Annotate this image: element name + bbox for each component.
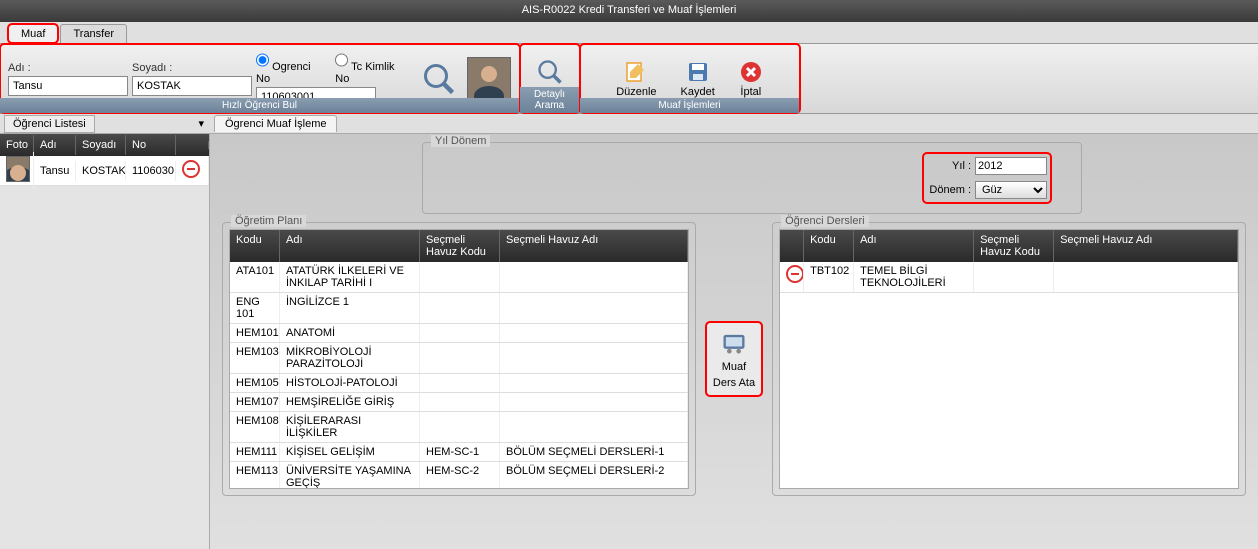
plan-fieldset: Öğretim Planı Kodu Adı Seçmeli Havuz Kod… bbox=[222, 222, 696, 496]
detail-title: Detaylı Arama bbox=[520, 87, 579, 113]
detail-search-group: Ara Detaylı Arama bbox=[520, 44, 580, 113]
save-button[interactable]: Kaydet bbox=[675, 60, 721, 98]
subtab-islem[interactable]: Ögrenci Muaf İşleme bbox=[214, 115, 337, 132]
save-icon bbox=[686, 60, 710, 84]
ops-title: Muaf İşlemleri bbox=[580, 98, 799, 113]
yil-donem-title: Yıl Dönem bbox=[431, 135, 490, 147]
list-header-bar: Öğrenci Listesi ▾ bbox=[0, 114, 210, 134]
table-row[interactable]: TBT102TEMEL BİLGİ TEKNOLOJİLERİ bbox=[780, 262, 1238, 293]
student-photo-thumb bbox=[6, 156, 30, 182]
table-row[interactable]: HEM108KİŞİLERARASI İLİŞKİLER bbox=[230, 412, 688, 443]
th-havuz-adi[interactable]: Seçmeli Havuz Adı bbox=[1054, 230, 1238, 262]
th-kodu[interactable]: Kodu bbox=[230, 230, 280, 262]
soyadi-input[interactable] bbox=[132, 76, 252, 96]
donem-label: Dönem : bbox=[927, 184, 971, 196]
assign-label-2: Ders Ata bbox=[713, 377, 755, 389]
main-panel: Yıl Dönem Yıl : Dönem : Güz Öğretim Plan… bbox=[210, 134, 1258, 549]
tab-transfer[interactable]: Transfer bbox=[60, 24, 127, 43]
courses-table[interactable]: Kodu Adı Seçmeli Havuz Kodu Seçmeli Havu… bbox=[779, 229, 1239, 489]
th-havuz-kodu[interactable]: Seçmeli Havuz Kodu bbox=[420, 230, 500, 262]
plan-table[interactable]: Kodu Adı Seçmeli Havuz Kodu Seçmeli Havu… bbox=[229, 229, 689, 489]
courses-fieldset: Öğrenci Dersleri Kodu Adı Seçmeli Havuz … bbox=[772, 222, 1246, 496]
quick-find-title: Hızlı Öğrenci Bul bbox=[0, 98, 519, 113]
chevron-down-icon[interactable]: ▾ bbox=[198, 117, 210, 130]
table-row[interactable]: HEM101ANATOMİ bbox=[230, 324, 688, 343]
assign-icon bbox=[720, 329, 748, 357]
main-tabbar: Muaf Transfer bbox=[0, 22, 1258, 44]
toolbar: Adı : Soyadı : Ogrenci No Tc Kimlik No H… bbox=[0, 44, 1258, 114]
magnifier-icon bbox=[421, 61, 457, 97]
edit-button[interactable]: Düzenle bbox=[610, 60, 662, 98]
cancel-icon bbox=[739, 60, 763, 84]
table-row[interactable]: ATA101ATATÜRK İLKELERİ VE İNKILAP TARİHİ… bbox=[230, 262, 688, 293]
col-action bbox=[176, 141, 209, 149]
radio-ogrenci-no[interactable]: Ogrenci No bbox=[256, 50, 327, 85]
list-row[interactable]: Tansu KOSTAK 1106030 bbox=[0, 156, 209, 186]
courses-title: Öğrenci Dersleri bbox=[781, 215, 868, 227]
col-no[interactable]: No bbox=[126, 135, 176, 155]
window-title: AIS-R0022 Kredi Transferi ve Muaf İşleml… bbox=[0, 0, 1258, 22]
row-soyadi: KOSTAK bbox=[76, 161, 126, 181]
remove-button[interactable] bbox=[182, 160, 200, 178]
soyadi-label: Soyadı : bbox=[132, 62, 252, 74]
donem-select[interactable]: Güz bbox=[975, 181, 1047, 199]
th-adi[interactable]: Adı bbox=[280, 230, 420, 262]
th-remove bbox=[780, 230, 804, 262]
quick-find-group: Adı : Soyadı : Ogrenci No Tc Kimlik No H… bbox=[0, 44, 520, 113]
sub-tabbar: Ögrenci Muaf İşleme bbox=[210, 114, 1258, 134]
edit-icon bbox=[624, 60, 648, 84]
content-area: Foto Adı Soyadı No Tansu KOSTAK 1106030 … bbox=[0, 134, 1258, 549]
assign-button[interactable]: Muaf Ders Ata bbox=[706, 322, 762, 396]
remove-button[interactable] bbox=[786, 265, 804, 283]
yil-label: Yıl : bbox=[927, 160, 971, 172]
quick-search-button[interactable] bbox=[415, 61, 463, 97]
save-label: Kaydet bbox=[681, 86, 715, 98]
tables-row: Öğretim Planı Kodu Adı Seçmeli Havuz Kod… bbox=[222, 222, 1246, 504]
col-soyadi[interactable]: Soyadı bbox=[76, 135, 126, 155]
th-adi[interactable]: Adı bbox=[854, 230, 974, 262]
table-row[interactable]: HEM107HEMŞİRELİĞE GİRİŞ bbox=[230, 393, 688, 412]
table-row[interactable]: HEM103MİKROBİYOLOJİ PARAZİTOLOJİ bbox=[230, 343, 688, 374]
th-havuz-adi[interactable]: Seçmeli Havuz Adı bbox=[500, 230, 688, 262]
tab-muaf[interactable]: Muaf bbox=[8, 24, 58, 43]
th-havuz-kodu[interactable]: Seçmeli Havuz Kodu bbox=[974, 230, 1054, 262]
student-list-panel: Foto Adı Soyadı No Tansu KOSTAK 1106030 bbox=[0, 134, 210, 549]
list-title: Öğrenci Listesi bbox=[4, 115, 95, 133]
yil-input[interactable] bbox=[975, 157, 1047, 175]
row-no: 1106030 bbox=[126, 161, 176, 181]
magnifier-icon bbox=[536, 58, 564, 86]
table-row[interactable]: ENG 101İNGİLİZCE 1 bbox=[230, 293, 688, 324]
ops-group: Düzenle Kaydet İptal Muaf İşlemleri bbox=[580, 44, 800, 113]
plan-title: Öğretim Planı bbox=[231, 215, 306, 227]
radio-tc-kimlik[interactable]: Tc Kimlik No bbox=[335, 50, 411, 85]
adi-label: Adı : bbox=[8, 62, 128, 74]
col-adi[interactable]: Adı bbox=[34, 135, 76, 155]
adi-input[interactable] bbox=[8, 76, 128, 96]
edit-label: Düzenle bbox=[616, 86, 656, 98]
yil-donem-fieldset: Yıl Dönem Yıl : Dönem : Güz bbox=[422, 142, 1082, 214]
assign-label-1: Muaf bbox=[722, 361, 746, 373]
cancel-button[interactable]: İptal bbox=[733, 60, 769, 98]
row-adi: Tansu bbox=[34, 161, 76, 181]
table-row[interactable]: HEM111KİŞİSEL GELİŞİMHEM-SC-1BÖLÜM SEÇME… bbox=[230, 443, 688, 462]
cancel-label: İptal bbox=[740, 86, 761, 98]
table-row[interactable]: HEM105HİSTOLOJİ-PATOLOJİ bbox=[230, 374, 688, 393]
th-kodu[interactable]: Kodu bbox=[804, 230, 854, 262]
student-photo bbox=[467, 57, 511, 101]
table-row[interactable]: HEM113ÜNİVERSİTE YAŞAMINA GEÇİŞHEM-SC-2B… bbox=[230, 462, 688, 489]
